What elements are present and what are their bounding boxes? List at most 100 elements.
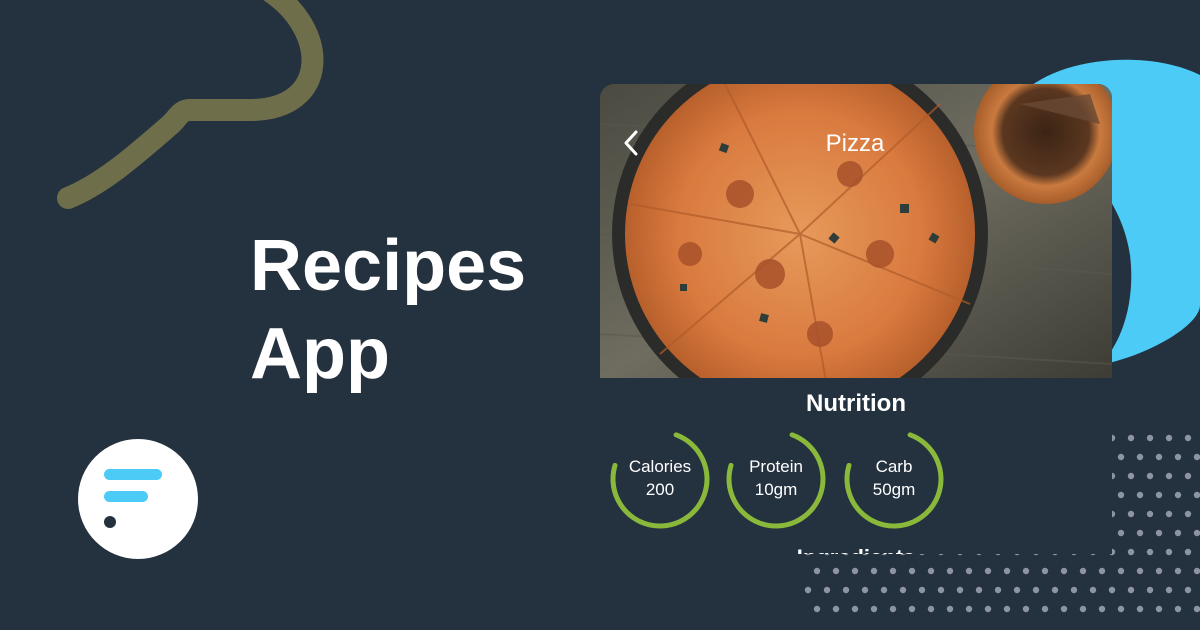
dot (908, 605, 916, 613)
dot (861, 586, 869, 594)
dot (984, 605, 992, 613)
dot (813, 605, 821, 613)
gauge-value: 10gm (754, 480, 798, 499)
dot (1136, 491, 1144, 499)
dot (1127, 548, 1135, 556)
dot (1117, 605, 1125, 613)
dot (1146, 472, 1154, 480)
gauge-name: Protein (749, 457, 803, 476)
dot (927, 605, 935, 613)
dot (1184, 472, 1192, 480)
dot (1165, 548, 1173, 556)
dot (994, 586, 1002, 594)
dot (842, 586, 850, 594)
dot (1136, 567, 1144, 575)
dot (889, 567, 897, 575)
dot (813, 567, 821, 575)
dot (1155, 567, 1163, 575)
dot (1032, 586, 1040, 594)
dot (1174, 491, 1182, 499)
dot (1193, 567, 1200, 575)
dot (1127, 472, 1135, 480)
headline-line-2: App (250, 314, 390, 394)
dot (870, 605, 878, 613)
dot (1108, 586, 1116, 594)
nutrition-gauge-calories: Calories 200 (608, 427, 712, 531)
dot (1022, 605, 1030, 613)
dot (1174, 453, 1182, 461)
chevron-left-icon[interactable] (616, 128, 646, 158)
dot (1079, 605, 1087, 613)
dot (1146, 548, 1154, 556)
dot (1146, 434, 1154, 442)
dot (927, 567, 935, 575)
gauge-name: Calories (628, 457, 692, 476)
dot (832, 567, 840, 575)
dot (1117, 453, 1125, 461)
dot (1155, 529, 1163, 537)
dot (946, 567, 954, 575)
gauge-value: 50gm (872, 480, 916, 499)
dot (1193, 529, 1200, 537)
nutrition-gauge-carb: Carb 50gm (842, 427, 946, 531)
dot (1089, 586, 1097, 594)
dot (1070, 586, 1078, 594)
dot (1003, 567, 1011, 575)
dot (1155, 491, 1163, 499)
gauge-value: 200 (645, 480, 675, 499)
dot (1127, 434, 1135, 442)
dot (1117, 529, 1125, 537)
headline: Recipes App (250, 222, 610, 398)
dot (1165, 472, 1173, 480)
dot (1174, 605, 1182, 613)
dot (1041, 605, 1049, 613)
nutrition-heading: Nutrition (806, 390, 906, 417)
dot (1060, 567, 1068, 575)
dot (1136, 605, 1144, 613)
ingredients-heading-partial: Ingredients (600, 543, 1112, 554)
dot (851, 605, 859, 613)
dot (1022, 567, 1030, 575)
dot (1127, 510, 1135, 518)
dot (1060, 605, 1068, 613)
dot (870, 567, 878, 575)
gauge-label: Protein 10gm (724, 455, 828, 501)
dot (1136, 453, 1144, 461)
dot (823, 586, 831, 594)
dot (965, 605, 973, 613)
dot (975, 586, 983, 594)
gauge-label: Carb 50gm (842, 455, 946, 501)
dot (1098, 605, 1106, 613)
headline-line-1: Recipes (250, 226, 527, 306)
dot (908, 567, 916, 575)
dot (1146, 586, 1154, 594)
brand-logo (78, 439, 198, 559)
pizza-photo (600, 84, 1112, 378)
dot (1184, 510, 1192, 518)
dot (899, 586, 907, 594)
dot (1174, 529, 1182, 537)
dot (1184, 586, 1192, 594)
dot (1193, 605, 1200, 613)
dot (1117, 491, 1125, 499)
dot (832, 605, 840, 613)
brand-logo-icon (104, 469, 162, 528)
dot (851, 567, 859, 575)
dot (1174, 567, 1182, 575)
dot (1184, 434, 1192, 442)
dot (1155, 453, 1163, 461)
gauge-name: Carb (875, 457, 913, 476)
dot (1165, 434, 1173, 442)
dot (918, 586, 926, 594)
dot (1003, 605, 1011, 613)
dot (880, 586, 888, 594)
dot (946, 605, 954, 613)
dot (1079, 567, 1087, 575)
dot (1184, 548, 1192, 556)
dot (1193, 453, 1200, 461)
dot (937, 586, 945, 594)
dot (1098, 567, 1106, 575)
dot (984, 567, 992, 575)
dot (1146, 510, 1154, 518)
recipe-detail-screen: Pizza Nutrition Calories 200 Protein 10g… (600, 84, 1112, 554)
